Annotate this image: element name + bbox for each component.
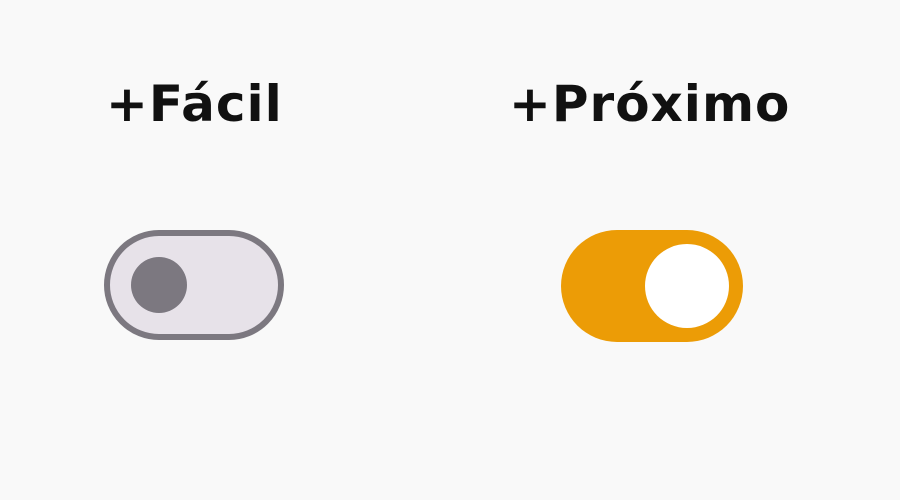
proximo-toggle-knob [645, 244, 729, 328]
proximo-toggle-switch[interactable] [561, 230, 743, 342]
facil-toggle-knob [131, 257, 187, 313]
facil-toggle-label: +Fácil [106, 75, 283, 133]
proximo-toggle-label: +Próximo [509, 75, 791, 133]
facil-toggle-switch[interactable] [104, 230, 284, 340]
